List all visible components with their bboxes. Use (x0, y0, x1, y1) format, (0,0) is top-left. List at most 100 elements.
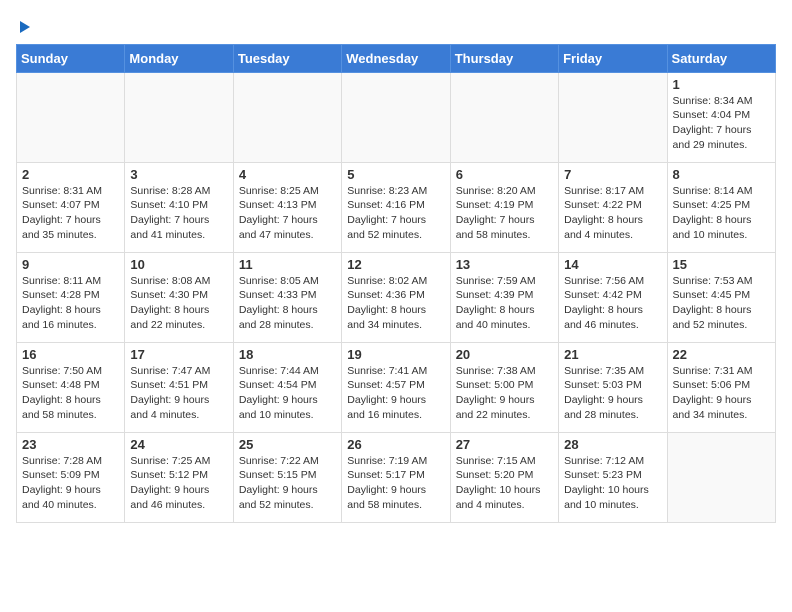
day-number: 13 (456, 257, 553, 272)
day-number: 1 (673, 77, 770, 92)
calendar-week-row: 1 Sunrise: 8:34 AM Sunset: 4:04 PM Daylig… (17, 72, 776, 162)
day-info: Sunrise: 7:38 AM Sunset: 5:00 PM Dayligh… (456, 364, 553, 423)
day-info: Sunrise: 7:35 AM Sunset: 5:03 PM Dayligh… (564, 364, 661, 423)
day-info: Sunrise: 8:02 AM Sunset: 4:36 PM Dayligh… (347, 274, 444, 333)
day-number: 7 (564, 167, 661, 182)
day-info: Sunrise: 8:25 AM Sunset: 4:13 PM Dayligh… (239, 184, 336, 243)
day-info: Sunrise: 8:31 AM Sunset: 4:07 PM Dayligh… (22, 184, 119, 243)
calendar-cell: 26 Sunrise: 7:19 AM Sunset: 5:17 PM Dayli… (342, 432, 450, 522)
calendar-cell: 17 Sunrise: 7:47 AM Sunset: 4:51 PM Dayli… (125, 342, 233, 432)
day-number: 11 (239, 257, 336, 272)
calendar-cell: 11 Sunrise: 8:05 AM Sunset: 4:33 PM Dayli… (233, 252, 341, 342)
calendar-cell: 13 Sunrise: 7:59 AM Sunset: 4:39 PM Dayli… (450, 252, 558, 342)
calendar-cell (17, 72, 125, 162)
day-info: Sunrise: 8:05 AM Sunset: 4:33 PM Dayligh… (239, 274, 336, 333)
calendar-cell (233, 72, 341, 162)
day-number: 6 (456, 167, 553, 182)
calendar-cell: 2 Sunrise: 8:31 AM Sunset: 4:07 PM Daylig… (17, 162, 125, 252)
calendar-week-row: 16 Sunrise: 7:50 AM Sunset: 4:48 PM Dayli… (17, 342, 776, 432)
calendar-cell: 5 Sunrise: 8:23 AM Sunset: 4:16 PM Daylig… (342, 162, 450, 252)
day-info: Sunrise: 8:34 AM Sunset: 4:04 PM Dayligh… (673, 94, 770, 153)
day-number: 10 (130, 257, 227, 272)
day-info: Sunrise: 7:53 AM Sunset: 4:45 PM Dayligh… (673, 274, 770, 333)
day-number: 25 (239, 437, 336, 452)
day-info: Sunrise: 7:31 AM Sunset: 5:06 PM Dayligh… (673, 364, 770, 423)
day-number: 17 (130, 347, 227, 362)
calendar-cell: 12Sunrise: 8:02 AM Sunset: 4:36 PM Dayli… (342, 252, 450, 342)
day-number: 9 (22, 257, 119, 272)
day-number: 16 (22, 347, 119, 362)
day-number: 2 (22, 167, 119, 182)
calendar-cell: 9 Sunrise: 8:11 AM Sunset: 4:28 PM Daylig… (17, 252, 125, 342)
day-number: 24 (130, 437, 227, 452)
calendar-cell: 18 Sunrise: 7:44 AM Sunset: 4:54 PM Dayli… (233, 342, 341, 432)
day-info: Sunrise: 7:25 AM Sunset: 5:12 PM Dayligh… (130, 454, 227, 513)
day-info: Sunrise: 8:14 AM Sunset: 4:25 PM Dayligh… (673, 184, 770, 243)
day-info: Sunrise: 7:22 AM Sunset: 5:15 PM Dayligh… (239, 454, 336, 513)
calendar-cell: 15 Sunrise: 7:53 AM Sunset: 4:45 PM Dayli… (667, 252, 775, 342)
day-info: Sunrise: 7:12 AM Sunset: 5:23 PM Dayligh… (564, 454, 661, 513)
day-number: 26 (347, 437, 444, 452)
calendar-cell: 20 Sunrise: 7:38 AM Sunset: 5:00 PM Dayli… (450, 342, 558, 432)
calendar-table: SundayMondayTuesdayWednesdayThursdayFrid… (16, 44, 776, 523)
day-info: Sunrise: 7:44 AM Sunset: 4:54 PM Dayligh… (239, 364, 336, 423)
day-info: Sunrise: 7:15 AM Sunset: 5:20 PM Dayligh… (456, 454, 553, 513)
day-number: 3 (130, 167, 227, 182)
calendar-week-row: 9 Sunrise: 8:11 AM Sunset: 4:28 PM Daylig… (17, 252, 776, 342)
day-number: 23 (22, 437, 119, 452)
day-number: 14 (564, 257, 661, 272)
weekday-header: Saturday (667, 44, 775, 72)
weekday-header: Sunday (17, 44, 125, 72)
weekday-header: Monday (125, 44, 233, 72)
day-info: Sunrise: 7:56 AM Sunset: 4:42 PM Dayligh… (564, 274, 661, 333)
day-number: 8 (673, 167, 770, 182)
day-info: Sunrise: 8:11 AM Sunset: 4:28 PM Dayligh… (22, 274, 119, 333)
calendar-cell: 4Sunrise: 8:25 AM Sunset: 4:13 PM Daylig… (233, 162, 341, 252)
calendar-cell: 28 Sunrise: 7:12 AM Sunset: 5:23 PM Dayli… (559, 432, 667, 522)
day-info: Sunrise: 8:23 AM Sunset: 4:16 PM Dayligh… (347, 184, 444, 243)
calendar-cell: 23 Sunrise: 7:28 AM Sunset: 5:09 PM Dayli… (17, 432, 125, 522)
day-number: 20 (456, 347, 553, 362)
weekday-header: Thursday (450, 44, 558, 72)
weekday-header: Wednesday (342, 44, 450, 72)
day-number: 27 (456, 437, 553, 452)
calendar-cell: 10 Sunrise: 8:08 AM Sunset: 4:30 PM Dayli… (125, 252, 233, 342)
day-info: Sunrise: 7:28 AM Sunset: 5:09 PM Dayligh… (22, 454, 119, 513)
calendar-cell: 24 Sunrise: 7:25 AM Sunset: 5:12 PM Dayli… (125, 432, 233, 522)
day-number: 28 (564, 437, 661, 452)
day-info: Sunrise: 7:50 AM Sunset: 4:48 PM Dayligh… (22, 364, 119, 423)
calendar-week-row: 2 Sunrise: 8:31 AM Sunset: 4:07 PM Daylig… (17, 162, 776, 252)
calendar-cell: 6 Sunrise: 8:20 AM Sunset: 4:19 PM Daylig… (450, 162, 558, 252)
day-info: Sunrise: 8:17 AM Sunset: 4:22 PM Dayligh… (564, 184, 661, 243)
day-info: Sunrise: 7:41 AM Sunset: 4:57 PM Dayligh… (347, 364, 444, 423)
calendar-cell: 16 Sunrise: 7:50 AM Sunset: 4:48 PM Dayli… (17, 342, 125, 432)
calendar-cell: 25 Sunrise: 7:22 AM Sunset: 5:15 PM Dayli… (233, 432, 341, 522)
calendar-cell: 27 Sunrise: 7:15 AM Sunset: 5:20 PM Dayli… (450, 432, 558, 522)
day-number: 19 (347, 347, 444, 362)
calendar-cell: 14 Sunrise: 7:56 AM Sunset: 4:42 PM Dayli… (559, 252, 667, 342)
calendar-header-row: SundayMondayTuesdayWednesdayThursdayFrid… (17, 44, 776, 72)
calendar-week-row: 23 Sunrise: 7:28 AM Sunset: 5:09 PM Dayli… (17, 432, 776, 522)
calendar-cell: 22 Sunrise: 7:31 AM Sunset: 5:06 PM Dayli… (667, 342, 775, 432)
weekday-header: Friday (559, 44, 667, 72)
day-info: Sunrise: 8:28 AM Sunset: 4:10 PM Dayligh… (130, 184, 227, 243)
calendar-cell: 19 Sunrise: 7:41 AM Sunset: 4:57 PM Dayli… (342, 342, 450, 432)
weekday-header: Tuesday (233, 44, 341, 72)
page-header (16, 16, 776, 36)
day-number: 21 (564, 347, 661, 362)
calendar-cell (559, 72, 667, 162)
day-number: 15 (673, 257, 770, 272)
calendar-cell (342, 72, 450, 162)
calendar-cell: 7 Sunrise: 8:17 AM Sunset: 4:22 PM Daylig… (559, 162, 667, 252)
calendar-cell: 8 Sunrise: 8:14 AM Sunset: 4:25 PM Daylig… (667, 162, 775, 252)
day-number: 18 (239, 347, 336, 362)
calendar-cell (125, 72, 233, 162)
day-info: Sunrise: 7:59 AM Sunset: 4:39 PM Dayligh… (456, 274, 553, 333)
day-number: 5 (347, 167, 444, 182)
calendar-cell: 1 Sunrise: 8:34 AM Sunset: 4:04 PM Daylig… (667, 72, 775, 162)
day-info: Sunrise: 7:47 AM Sunset: 4:51 PM Dayligh… (130, 364, 227, 423)
day-info: Sunrise: 8:08 AM Sunset: 4:30 PM Dayligh… (130, 274, 227, 333)
day-info: Sunrise: 8:20 AM Sunset: 4:19 PM Dayligh… (456, 184, 553, 243)
day-number: 22 (673, 347, 770, 362)
day-info: Sunrise: 7:19 AM Sunset: 5:17 PM Dayligh… (347, 454, 444, 513)
